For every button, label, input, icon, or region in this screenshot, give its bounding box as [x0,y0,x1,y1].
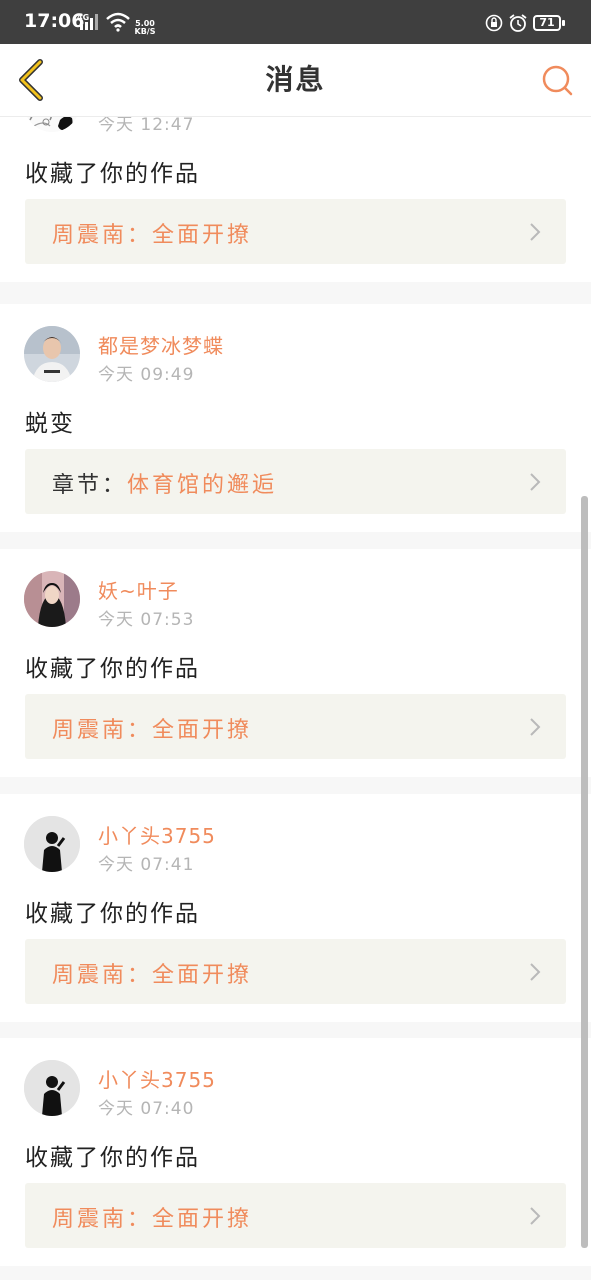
work-link-prefix: 周震南： [52,223,153,248]
work-link-title: 全面开撩 [152,718,253,743]
action-text: 蜕变 [25,411,75,437]
cellular-signal-icon: 4G [77,13,98,30]
action-text: 收藏了你的作品 [25,901,200,927]
status-time: 17:06 [24,10,85,32]
navigation-bar: 消息 [0,44,591,117]
alarm-icon [509,14,527,32]
chapter-link-prefix: 章节： [52,473,128,498]
network-speed: 5.00 KB/S [133,20,157,36]
rotation-lock-icon [485,14,503,32]
silhouette-avatar-icon [24,1060,80,1116]
chevron-right-icon [530,963,541,981]
timestamp: 今天 07:41 [98,855,195,875]
username[interactable]: 都是梦冰梦蝶 [98,330,224,359]
chevron-right-icon [530,1207,541,1225]
work-link-label: 周震南：全面开撩 [52,217,252,249]
work-link-label: 周震南：全面开撩 [52,957,252,989]
work-link-label: 周震南：全面开撩 [52,712,252,744]
timestamp: 今天 07:53 [98,610,195,630]
chapter-link[interactable]: 章节：体育馆的邂逅 [25,449,566,514]
work-link[interactable]: 周震南：全面开撩 [25,694,566,759]
action-text: 收藏了你的作品 [25,656,200,682]
work-link-prefix: 周震南： [52,718,153,743]
message-card: 都是梦冰梦蝶 今天 09:49 蜕变 章节：体育馆的邂逅 [0,304,591,532]
silhouette-avatar-icon [24,816,80,872]
work-link-title: 全面开撩 [152,1207,253,1232]
chevron-right-icon [530,473,541,491]
message-list: 今天 12:47 收藏了你的作品 周震南：全面开撩 都是梦冰梦蝶 今天 09:4… [0,0,591,1280]
work-link-title: 全面开撩 [152,223,253,248]
chapter-link-title: 体育馆的邂逅 [127,473,278,498]
network-type: 4G [77,13,89,22]
action-text: 收藏了你的作品 [25,1145,200,1171]
work-link-prefix: 周震南： [52,963,153,988]
work-link[interactable]: 周震南：全面开撩 [25,1183,566,1248]
timestamp: 今天 09:49 [98,365,195,385]
message-card: 小丫头3755 今天 07:40 收藏了你的作品 周震南：全面开撩 [0,1038,591,1266]
girl-avatar-icon [24,571,80,627]
avatar[interactable] [24,816,80,872]
status-bar: 17:06 4G 5.00 KB/S 71 [0,0,591,44]
chevron-right-icon [530,223,541,241]
work-link[interactable]: 周震南：全面开撩 [25,199,566,264]
timestamp: 今天 07:40 [98,1099,195,1119]
wifi-icon [106,12,130,32]
work-link-label: 周震南：全面开撩 [52,1201,252,1233]
battery-level: 71 [533,15,565,31]
username[interactable]: 小丫头3755 [98,1064,216,1093]
scrollbar[interactable] [581,496,588,1248]
message-card: 小丫头3755 今天 07:41 收藏了你的作品 周震南：全面开撩 [0,794,591,1022]
search-icon[interactable] [540,63,574,97]
action-text: 收藏了你的作品 [25,161,200,187]
message-card: 妖~叶子 今天 07:53 收藏了你的作品 周震南：全面开撩 [0,549,591,777]
page-title: 消息 [265,63,326,96]
username[interactable]: 妖~叶子 [98,575,179,604]
chapter-link-label: 章节：体育馆的邂逅 [52,467,277,499]
work-link[interactable]: 周震南：全面开撩 [25,939,566,1004]
network-speed-unit: KB/S [134,27,156,36]
work-link-prefix: 周震南： [52,1207,153,1232]
avatar[interactable] [24,326,80,382]
work-link-title: 全面开撩 [152,963,253,988]
avatar[interactable] [24,571,80,627]
username[interactable]: 小丫头3755 [98,820,216,849]
chevron-right-icon [530,718,541,736]
boy-avatar-icon [24,326,80,382]
avatar[interactable] [24,1060,80,1116]
